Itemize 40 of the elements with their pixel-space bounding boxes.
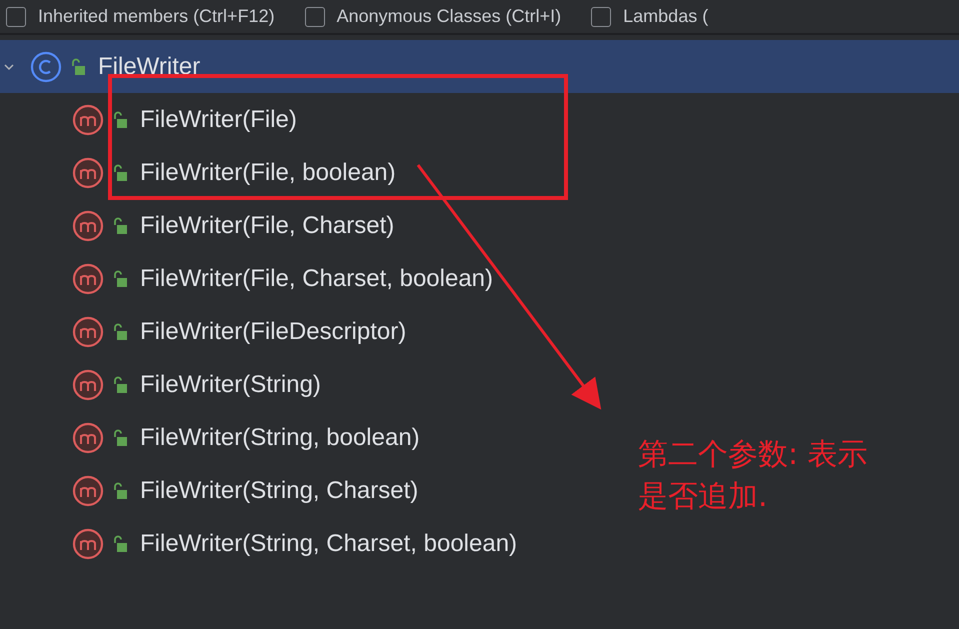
method-icon — [72, 156, 104, 188]
method-icon — [72, 368, 104, 400]
unlocked-icon — [70, 58, 86, 76]
unlocked-icon — [112, 164, 128, 182]
unlocked-icon — [112, 428, 128, 446]
tree-label: FileWriter(File, Charset) — [140, 212, 394, 240]
method-icon — [72, 528, 104, 560]
tree-label: FileWriter(String) — [140, 370, 321, 398]
checkbox-label: Lambdas ( — [623, 6, 708, 27]
method-icon — [72, 422, 104, 454]
checkbox[interactable] — [6, 6, 26, 26]
tree-label: FileWriter(String, Charset, boolean) — [140, 530, 518, 558]
method-icon — [72, 316, 104, 348]
checkbox[interactable] — [591, 6, 612, 26]
unlocked-icon — [112, 110, 128, 128]
unlocked-icon — [112, 534, 128, 552]
tree-label: FileWriter(File, boolean) — [140, 158, 396, 186]
method-icon — [72, 474, 104, 506]
tree-label: FileWriter(File, Charset, boolean) — [140, 264, 494, 292]
checkbox-label: Inherited members (Ctrl+F12) — [38, 6, 275, 27]
method-icon — [72, 104, 104, 136]
checkbox[interactable] — [304, 6, 325, 26]
checkbox-label: Anonymous Classes (Ctrl+I) — [336, 6, 562, 27]
tree-label: FileWriter — [98, 52, 200, 80]
chevron-icon[interactable] — [4, 62, 14, 72]
tree-row[interactable]: FileWriter — [0, 40, 959, 93]
tree-label: FileWriter(FileDescriptor) — [140, 318, 406, 346]
tree-label: FileWriter(String, boolean) — [140, 424, 420, 452]
unlocked-icon — [112, 322, 128, 340]
tree-label: FileWriter(File) — [140, 106, 297, 134]
unlocked-icon — [112, 376, 128, 394]
annotation-text: 是否追加. — [638, 478, 769, 516]
method-icon — [72, 210, 104, 242]
annotation-text: 第二个参数: 表示 — [638, 436, 868, 474]
tree-label: FileWriter(String, Charset) — [140, 476, 418, 504]
unlocked-icon — [112, 270, 128, 288]
class-icon — [30, 50, 62, 82]
unlocked-icon — [112, 482, 128, 500]
unlocked-icon — [112, 216, 128, 234]
method-icon — [72, 262, 104, 294]
